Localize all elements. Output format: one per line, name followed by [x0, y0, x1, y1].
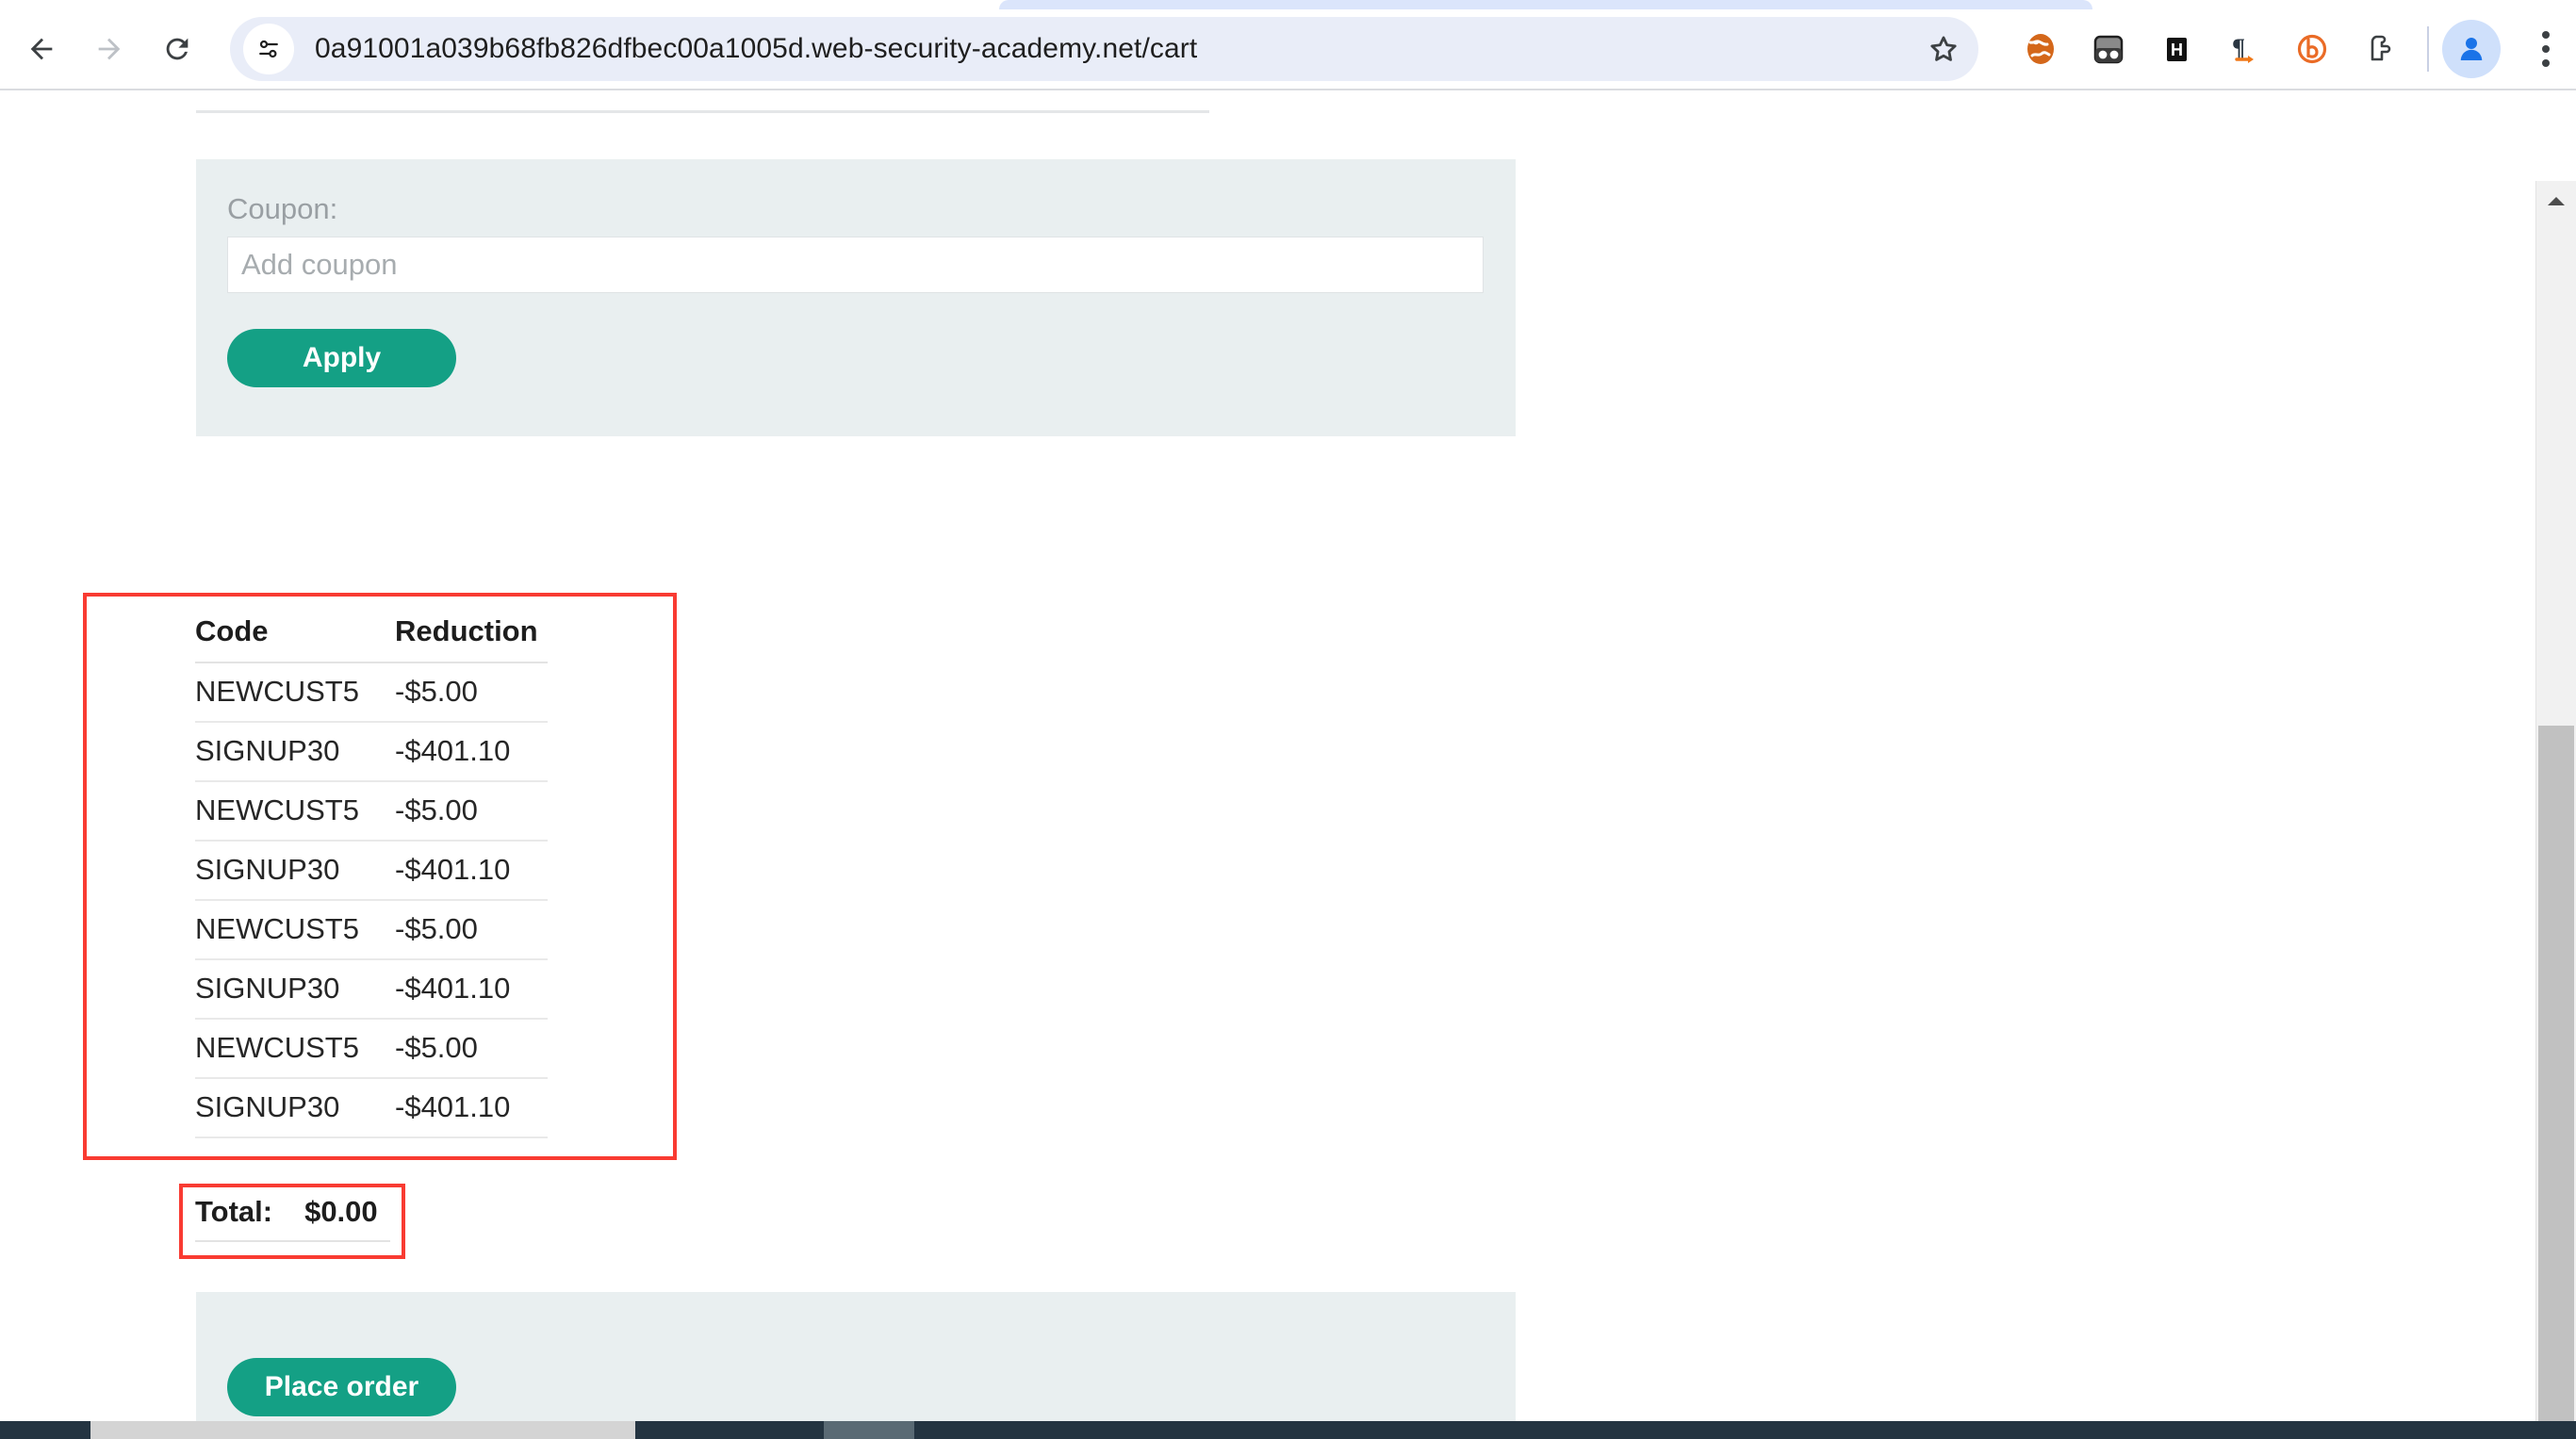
coupon-input[interactable]	[227, 237, 1484, 293]
taskbar-segment-5[interactable]	[914, 1421, 2576, 1439]
coupon-reduction-cell: -$401.10	[395, 1078, 548, 1138]
burp-suite-icon[interactable]	[2278, 15, 2346, 83]
page-scrollbar[interactable]	[2535, 181, 2576, 1421]
taskbar-segment-4[interactable]	[824, 1421, 914, 1439]
coupon-code-cell: SIGNUP30	[195, 722, 395, 782]
apply-coupon-button[interactable]: Apply	[227, 329, 456, 387]
place-order-panel: Place order	[196, 1292, 1516, 1421]
back-button[interactable]	[8, 15, 75, 83]
active-tab[interactable]	[999, 0, 2092, 9]
total-label: Total:	[195, 1195, 273, 1228]
puzzle-extensions-icon[interactable]	[2346, 15, 2414, 83]
globe-orange-icon[interactable]	[2007, 15, 2075, 83]
toolbar-divider	[2427, 26, 2429, 72]
forward-button[interactable]	[75, 15, 143, 83]
table-row: NEWCUST5 -$5.00	[195, 662, 548, 723]
cart-page: Coupon: Apply Code Reduction NEWCUST5-$5…	[0, 90, 2535, 1421]
coupon-reduction-cell: -$5.00	[395, 1019, 548, 1079]
table-row: SIGNUP30 -$401.10	[195, 722, 548, 782]
applied-coupons-body: NEWCUST5 -$5.00 SIGNUP30 -$401.10 NEWCUST5 -$…	[195, 662, 548, 1138]
table-row: NEWCUST5 -$5.00	[195, 900, 548, 960]
browser-toolbar: 0a91001a039b68fb826dfbec00a1005d.web-sec…	[0, 9, 2576, 89]
browser-chrome: 0a91001a039b68fb826dfbec00a1005d.web-sec…	[0, 0, 2576, 90]
section-divider	[196, 110, 1209, 113]
coupon-reduction-cell: -$401.10	[395, 722, 548, 782]
total-row: Total: $0.00	[195, 1195, 390, 1242]
coupon-code-cell: NEWCUST5	[195, 900, 395, 960]
coupon-code-cell: SIGNUP30	[195, 959, 395, 1020]
table-row: NEWCUST5 -$5.00	[195, 1019, 548, 1079]
coupon-code-cell: SIGNUP30	[195, 841, 395, 901]
os-taskbar[interactable]	[0, 1421, 2576, 1439]
table-row: SIGNUP30 -$401.10	[195, 1078, 548, 1138]
coupon-reduction-cell: -$401.10	[395, 841, 548, 901]
coupon-reduction-cell: -$5.00	[395, 662, 548, 723]
table-row: NEWCUST5 -$5.00	[195, 781, 548, 842]
svg-text:¶: ¶	[2232, 34, 2245, 61]
pilcrow-arrow-icon[interactable]: ¶	[2210, 15, 2278, 83]
scroll-up-arrow-icon[interactable]	[2536, 181, 2576, 221]
profile-avatar-icon[interactable]	[2442, 20, 2501, 78]
bookmark-star-icon[interactable]	[1918, 24, 1969, 74]
coupon-code-cell: NEWCUST5	[195, 662, 395, 723]
coupon-code-cell: NEWCUST5	[195, 781, 395, 842]
coupon-reduction-cell: -$401.10	[395, 959, 548, 1020]
coupon-reduction-cell: -$5.00	[395, 781, 548, 842]
site-settings-icon[interactable]	[243, 24, 294, 74]
svg-text:H: H	[2171, 41, 2183, 59]
coupon-code-cell: SIGNUP30	[195, 1078, 395, 1138]
tab-strip	[0, 0, 2576, 9]
coupon-panel: Coupon: Apply	[196, 159, 1516, 436]
coupon-code-cell: NEWCUST5	[195, 1019, 395, 1079]
reload-button[interactable]	[143, 15, 211, 83]
extensions-area: H ¶	[2007, 15, 2414, 83]
table-header-row: Code Reduction	[195, 614, 548, 663]
total-value: $0.00	[304, 1195, 378, 1228]
order-total: Total: $0.00	[195, 1195, 390, 1242]
table-row: SIGNUP30 -$401.10	[195, 959, 548, 1020]
taskbar-segment-2[interactable]	[90, 1421, 635, 1439]
applied-coupons-table: Code Reduction NEWCUST5 -$5.00 SIGNUP30 -$4…	[195, 614, 548, 1138]
place-order-button[interactable]: Place order	[227, 1358, 456, 1416]
table-row: SIGNUP30 -$401.10	[195, 841, 548, 901]
three-dot-menu-icon[interactable]	[2514, 15, 2576, 83]
scrollbar-thumb[interactable]	[2538, 726, 2574, 1421]
goggles-icon[interactable]	[2075, 15, 2142, 83]
column-header-reduction: Reduction	[395, 614, 548, 663]
page-viewport: Coupon: Apply Code Reduction NEWCUST5-$5…	[0, 90, 2576, 1421]
taskbar-segment-3[interactable]	[635, 1421, 824, 1439]
column-header-code: Code	[195, 614, 395, 663]
letter-h-icon[interactable]: H	[2142, 15, 2210, 83]
taskbar-segment-1[interactable]	[0, 1421, 90, 1439]
coupon-reduction-cell: -$5.00	[395, 900, 548, 960]
address-bar[interactable]: 0a91001a039b68fb826dfbec00a1005d.web-sec…	[230, 17, 1978, 81]
url-text[interactable]: 0a91001a039b68fb826dfbec00a1005d.web-sec…	[315, 33, 1197, 65]
coupon-label: Coupon:	[227, 192, 338, 225]
